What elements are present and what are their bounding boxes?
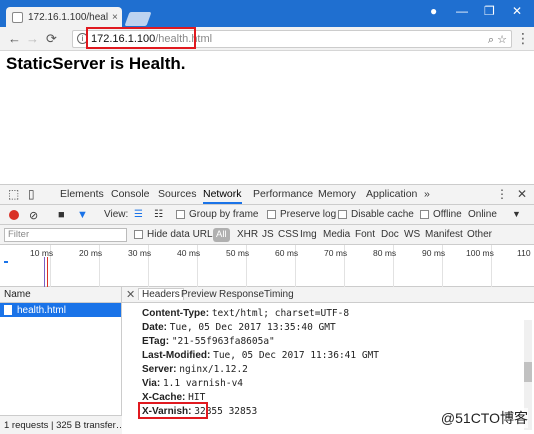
profile-icon[interactable]: ● (430, 4, 437, 18)
tab-application[interactable]: Application (366, 188, 417, 200)
timeline-tick: 30 ms (128, 248, 152, 258)
network-summary: 1 requests | 325 B transfer… (0, 415, 122, 434)
filter-css[interactable]: CSS (278, 229, 299, 240)
filter-input[interactable]: Filter (4, 228, 127, 242)
browser-menu-icon[interactable]: ⋮ (516, 30, 530, 47)
browser-tab[interactable]: 172.16.1.100/health.htm × (6, 7, 122, 27)
devtools-panel: ⬚ ▯ Elements Console Sources Network Per… (0, 184, 534, 434)
tab-timing[interactable]: Timing (264, 289, 294, 300)
record-icon[interactable] (9, 210, 19, 220)
devtools-tabbar: ⬚ ▯ Elements Console Sources Network Per… (0, 185, 534, 205)
header-row: Last-Modified: Tue, 05 Dec 2017 11:36:41… (142, 350, 379, 361)
capture-screenshots-icon[interactable]: ■ (58, 209, 65, 221)
filter-ws[interactable]: WS (404, 229, 420, 240)
inspect-icon[interactable]: ⬚ (8, 187, 19, 201)
preserve-log-checkbox[interactable]: Preserve log (267, 209, 336, 220)
filter-img[interactable]: Img (300, 229, 317, 240)
tab-response[interactable]: Response (219, 289, 264, 300)
timeline-tick: 10 ms (30, 248, 54, 258)
timeline-tick: 40 ms (177, 248, 201, 258)
back-icon[interactable]: ← (8, 31, 21, 46)
url-highlight-box (86, 27, 196, 49)
timeline-tick: 100 ms (466, 248, 494, 258)
chevron-down-icon[interactable]: ▼ (512, 209, 521, 219)
page-icon (12, 11, 23, 23)
timeline-tick: 110 (517, 248, 531, 258)
filter-all-button[interactable]: All (213, 228, 230, 242)
tab-headers[interactable]: Headers (138, 288, 184, 300)
tab-performance[interactable]: Performance (253, 188, 313, 200)
clear-icon[interactable]: ⊘ (29, 209, 38, 222)
network-timeline: 10 ms 20 ms 30 ms 40 ms 50 ms 60 ms 70 m… (0, 245, 534, 287)
filter-icon[interactable]: ▼ (77, 209, 88, 221)
devtools-menu-icon[interactable]: ⋮ (496, 187, 508, 201)
filter-other[interactable]: Other (467, 229, 492, 240)
large-rows-icon[interactable]: ☰ (134, 209, 143, 220)
disable-cache-checkbox[interactable]: Disable cache (338, 209, 414, 220)
detail-tabbar: ✕ Headers Preview Response Timing (122, 287, 534, 303)
tab-preview[interactable]: Preview (181, 289, 217, 300)
timeline-tick: 90 ms (422, 248, 446, 258)
timeline-tick: 70 ms (324, 248, 348, 258)
tab-console[interactable]: Console (111, 188, 150, 200)
page-heading: StaticServer is Health. (6, 54, 186, 73)
tab-sources[interactable]: Sources (158, 188, 197, 200)
browser-titlebar: 172.16.1.100/health.htm × ● — ❐ ✕ (0, 0, 534, 27)
maximize-button[interactable]: ❐ (484, 4, 495, 18)
reload-icon[interactable]: ⟳ (46, 31, 57, 47)
header-row: ETag: "21-55f963fa8605a" (142, 336, 275, 347)
group-by-frame-checkbox[interactable]: Group by frame (176, 209, 258, 220)
watermark: @51CTO博客 (440, 408, 528, 428)
view-label: View: (104, 209, 129, 220)
close-window-button[interactable]: ✕ (512, 4, 522, 18)
filter-font[interactable]: Font (355, 229, 375, 240)
request-name: health.html (17, 304, 66, 316)
filter-js[interactable]: JS (262, 229, 274, 240)
header-row: Via: 1.1 varnish-v4 (142, 378, 244, 389)
name-column-header[interactable]: Name (0, 287, 121, 303)
filter-manifest[interactable]: Manifest (425, 229, 463, 240)
x-cache-highlight-box (138, 402, 208, 419)
tab-elements[interactable]: Elements (60, 188, 104, 200)
network-toolbar: ⊘ ■ ▼ View: ☰ ☷ Group by frame Preserve … (0, 205, 534, 225)
tab-memory[interactable]: Memory (318, 188, 356, 200)
zoom-star-icons[interactable]: ⌕ ☆ (488, 33, 507, 47)
detail-scrollbar-thumb[interactable] (524, 362, 532, 382)
throttling-select[interactable]: Online (468, 209, 497, 220)
dom-content-loaded-line (44, 257, 45, 287)
header-row: Content-Type: text/html; charset=UTF-8 (142, 308, 350, 319)
header-row: Server: nginx/1.12.2 (142, 364, 248, 375)
filter-bar: Filter Hide data URLs All XHR JS CSS Img… (0, 225, 534, 245)
waterfall-icon[interactable]: ☷ (154, 209, 163, 220)
offline-checkbox[interactable]: Offline (420, 209, 462, 220)
detail-close-icon[interactable]: ✕ (126, 288, 135, 301)
new-tab-button[interactable] (124, 12, 152, 26)
filter-xhr[interactable]: XHR (237, 229, 258, 240)
minimize-button[interactable]: — (456, 4, 468, 18)
filter-doc[interactable]: Doc (381, 229, 399, 240)
forward-icon[interactable]: → (26, 31, 39, 46)
devtools-close-icon[interactable]: ✕ (517, 187, 527, 201)
timeline-tick: 80 ms (373, 248, 397, 258)
waterfall-bar (4, 261, 8, 263)
request-list: Name health.html 1 requests | 325 B tran… (0, 287, 122, 434)
tab-network[interactable]: Network (203, 188, 242, 204)
hide-data-urls-checkbox[interactable]: Hide data URLs (134, 229, 218, 240)
timeline-tick: 20 ms (79, 248, 103, 258)
tab-title: 172.16.1.100/health.htm (28, 11, 108, 23)
more-tabs-icon[interactable]: » (424, 188, 430, 200)
filter-media[interactable]: Media (323, 229, 350, 240)
device-toolbar-icon[interactable]: ▯ (28, 187, 35, 201)
timeline-tick: 50 ms (226, 248, 250, 258)
document-icon (4, 305, 12, 315)
header-row: Date: Tue, 05 Dec 2017 13:35:40 GMT (142, 322, 336, 333)
load-event-line (47, 257, 48, 287)
tab-close-icon[interactable]: × (112, 12, 118, 23)
request-row[interactable]: health.html (0, 303, 121, 317)
timeline-tick: 60 ms (275, 248, 299, 258)
browser-toolbar: ← → ⟳ i 172.16.1.100/health.html ⌕ ☆ (0, 27, 534, 51)
